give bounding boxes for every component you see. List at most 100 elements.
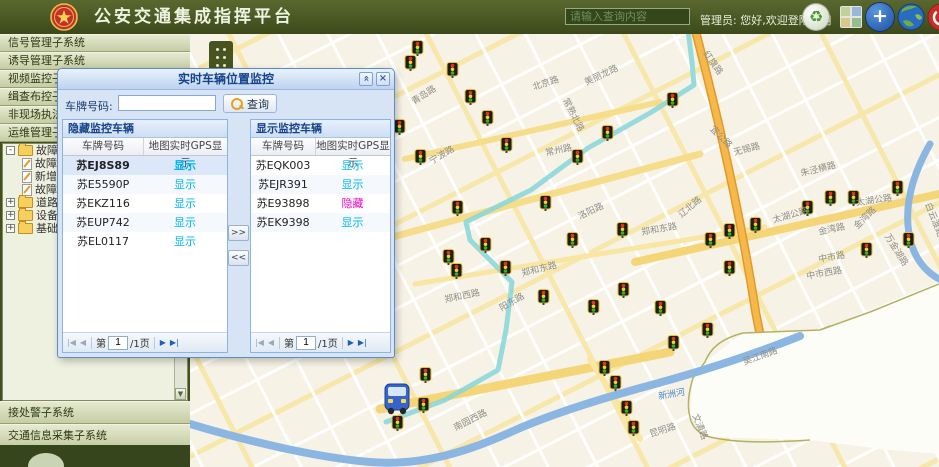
traffic-signal-icon[interactable] xyxy=(500,137,513,153)
vehicle-row[interactable]: 苏EJR391显示 xyxy=(251,175,390,194)
gps-display-toggle[interactable]: 显示 xyxy=(315,213,390,232)
expand-toggle[interactable]: + xyxy=(6,224,15,233)
traffic-signal-icon[interactable] xyxy=(411,40,424,56)
expand-toggle[interactable]: + xyxy=(6,198,15,207)
traffic-signal-icon[interactable] xyxy=(617,282,630,298)
panel-title: 显示监控车辆 xyxy=(251,120,390,138)
page-label: 第 xyxy=(284,335,294,350)
gps-display-toggle[interactable]: 隐藏 xyxy=(315,194,390,213)
traffic-signal-icon[interactable] xyxy=(414,149,427,165)
gps-display-toggle[interactable]: 显示 xyxy=(143,175,227,194)
refresh-icon[interactable]: ♻ xyxy=(803,4,829,30)
dialog-titlebar[interactable]: 实时车辆位置监控 « × xyxy=(58,69,394,90)
traffic-signal-icon[interactable] xyxy=(601,125,614,141)
plate-number: 苏EK9398 xyxy=(251,213,315,232)
power-icon[interactable] xyxy=(927,3,939,31)
traffic-signal-icon[interactable] xyxy=(902,232,915,248)
first-page-button[interactable]: |◀ xyxy=(66,337,77,349)
next-page-button[interactable]: ▶ xyxy=(347,337,355,349)
vehicle-row[interactable]: 苏EKZ116显示 xyxy=(63,194,227,213)
traffic-signal-icon[interactable] xyxy=(537,289,550,305)
traffic-signal-icon[interactable] xyxy=(566,232,579,248)
dialog-title: 实时车辆位置监控 xyxy=(178,72,274,86)
traffic-signal-icon[interactable] xyxy=(654,300,667,316)
traffic-signal-icon[interactable] xyxy=(704,232,717,248)
vehicle-row[interactable]: 苏EL0117显示 xyxy=(63,232,227,251)
search-button[interactable]: 查询 xyxy=(223,94,277,113)
sidebar-item-bottom-0[interactable]: 接处警子系统 xyxy=(0,401,190,424)
traffic-signal-icon[interactable] xyxy=(499,260,512,276)
next-page-button[interactable]: ▶ xyxy=(159,337,167,349)
prev-page-button[interactable]: ◀ xyxy=(79,337,87,349)
move-left-button[interactable]: << xyxy=(228,250,249,266)
expand-toggle[interactable]: + xyxy=(6,211,15,220)
sidebar-item-bottom-1[interactable]: 交通信息采集子系统 xyxy=(0,424,190,447)
last-page-button[interactable]: ▶| xyxy=(169,337,180,349)
traffic-signal-icon[interactable] xyxy=(609,375,622,391)
traffic-signal-icon[interactable] xyxy=(419,367,432,383)
gps-display-toggle[interactable]: 显示 xyxy=(143,156,227,175)
plate-number: 苏E93898 xyxy=(251,194,315,213)
traffic-signal-icon[interactable] xyxy=(723,260,736,276)
header-search-input[interactable] xyxy=(565,8,690,25)
traffic-signal-icon[interactable] xyxy=(723,223,736,239)
map-tiles-icon[interactable] xyxy=(840,6,862,28)
traffic-signal-icon[interactable] xyxy=(627,420,640,436)
scroll-down-button[interactable]: ▼ xyxy=(175,388,186,400)
traffic-signal-icon[interactable] xyxy=(620,400,633,416)
gps-display-toggle[interactable]: 显示 xyxy=(143,213,227,232)
last-page-button[interactable]: ▶| xyxy=(357,337,368,349)
police-emblem-logo xyxy=(50,3,78,31)
shown-vehicles-panel: 显示监控车辆 车牌号码 地图实时GPS显示 苏EQK003显示苏EJR391显示… xyxy=(250,119,391,353)
page-total: /1页 xyxy=(130,335,150,350)
traffic-signal-icon[interactable] xyxy=(824,190,837,206)
page-number-input[interactable] xyxy=(108,336,128,350)
traffic-signal-icon[interactable] xyxy=(860,242,873,258)
vehicle-row[interactable]: 苏EK9398显示 xyxy=(251,213,390,232)
gps-display-toggle[interactable]: 显示 xyxy=(315,175,390,194)
first-page-button[interactable]: |◀ xyxy=(254,337,265,349)
column-gps: 地图实时GPS显示 xyxy=(144,138,227,155)
traffic-signal-icon[interactable] xyxy=(446,62,459,78)
traffic-signal-icon[interactable] xyxy=(451,200,464,216)
traffic-signal-icon[interactable] xyxy=(571,149,584,165)
move-right-button[interactable]: >> xyxy=(228,225,249,241)
sidebar-item-top-0[interactable]: 信号管理子系统 xyxy=(0,34,190,52)
vehicle-row[interactable]: 苏EQK003显示 xyxy=(251,156,390,175)
sidebar-menu-bottom: 接处警子系统交通信息采集子系统 xyxy=(0,401,190,447)
traffic-signal-icon[interactable] xyxy=(450,263,463,279)
traffic-signal-icon[interactable] xyxy=(391,415,404,431)
traffic-signal-icon[interactable] xyxy=(539,195,552,211)
traffic-signal-icon[interactable] xyxy=(666,92,679,108)
gps-display-toggle[interactable]: 显示 xyxy=(143,194,227,213)
vehicle-row[interactable]: 苏EUP742显示 xyxy=(63,213,227,232)
traffic-signal-icon[interactable] xyxy=(404,55,417,71)
pager-divider xyxy=(91,337,92,349)
close-icon[interactable]: × xyxy=(376,72,390,86)
page-number-input[interactable] xyxy=(296,336,316,350)
vehicle-row[interactable]: 苏E5590P显示 xyxy=(63,175,227,194)
traffic-signal-icon[interactable] xyxy=(701,322,714,338)
vehicle-row[interactable]: 苏E93898隐藏 xyxy=(251,194,390,213)
traffic-signal-icon[interactable] xyxy=(587,299,600,315)
prev-page-button[interactable]: ◀ xyxy=(267,337,275,349)
zoom-plus-icon[interactable]: + xyxy=(866,3,894,31)
vehicle-row[interactable]: 苏EJ8S89显示 xyxy=(63,156,227,175)
gps-display-toggle[interactable]: 显示 xyxy=(315,156,390,175)
traffic-signal-icon[interactable] xyxy=(749,217,762,233)
traffic-signal-icon[interactable] xyxy=(598,360,611,376)
column-plate: 车牌号码 xyxy=(63,138,144,155)
traffic-signal-icon[interactable] xyxy=(464,89,477,105)
traffic-signal-icon[interactable] xyxy=(616,222,629,238)
globe-icon[interactable] xyxy=(897,3,925,31)
collapse-icon[interactable]: « xyxy=(359,72,373,86)
traffic-signal-icon[interactable] xyxy=(479,237,492,253)
traffic-signal-icon[interactable] xyxy=(667,335,680,351)
table-header: 车牌号码 地图实时GPS显示 xyxy=(63,138,227,156)
traffic-signal-icon[interactable] xyxy=(891,180,904,196)
traffic-signal-icon[interactable] xyxy=(417,397,430,413)
plate-number-input[interactable] xyxy=(118,95,216,111)
gps-display-toggle[interactable]: 显示 xyxy=(143,232,227,251)
traffic-signal-icon[interactable] xyxy=(481,110,494,126)
collapse-toggle[interactable]: - xyxy=(6,146,15,155)
